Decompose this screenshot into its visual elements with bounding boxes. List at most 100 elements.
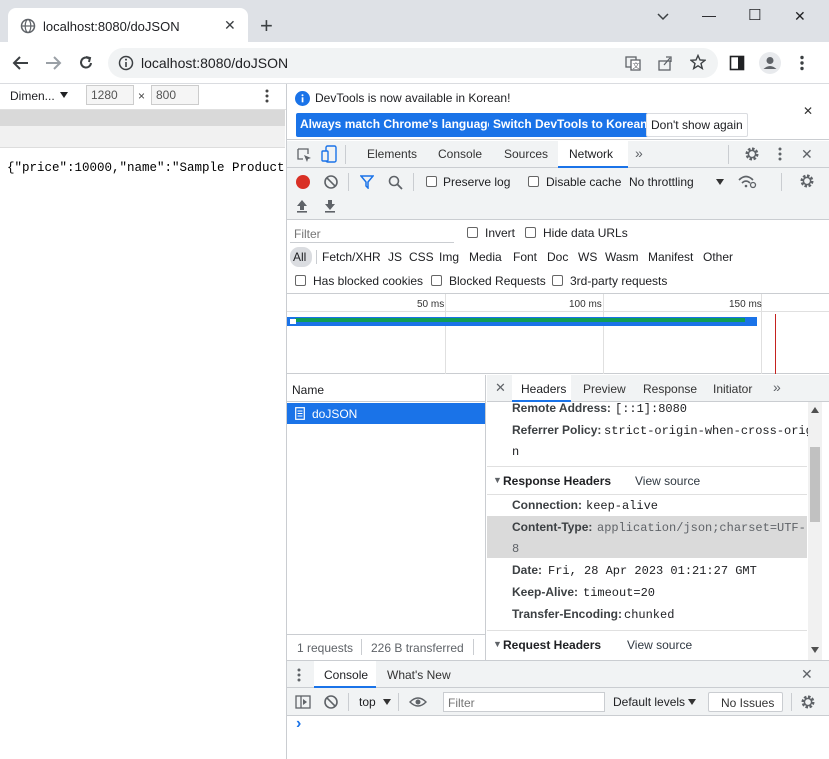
tab-elements[interactable]: Elements	[367, 141, 417, 168]
issues-button[interactable]: No Issues	[708, 692, 783, 712]
forward-arrow-icon[interactable]	[44, 55, 62, 71]
browser-tab[interactable]: localhost:8080/doJSON ✕	[8, 8, 248, 42]
inspect-element-icon[interactable]	[296, 147, 312, 163]
filter-input[interactable]: Filter	[290, 223, 454, 243]
console-prompt[interactable]: ›	[296, 715, 301, 733]
tab-sources[interactable]: Sources	[504, 141, 548, 168]
filter-type-wasm[interactable]: Wasm	[605, 250, 639, 264]
filter-type-img[interactable]: Img	[439, 250, 459, 264]
import-har-icon[interactable]	[296, 199, 308, 213]
devtools-close-icon[interactable]: ✕	[801, 146, 813, 163]
filter-type-manifest[interactable]: Manifest	[648, 250, 693, 264]
search-icon[interactable]	[388, 175, 403, 190]
network-settings-icon[interactable]	[799, 173, 815, 189]
blocked-requests-checkbox[interactable]	[431, 275, 442, 286]
filter-type-other[interactable]: Other	[703, 250, 733, 264]
info-icon[interactable]	[118, 55, 134, 71]
log-levels-select[interactable]: Default levels	[613, 695, 685, 709]
console-filter-input[interactable]: Filter	[443, 692, 605, 712]
invert-checkbox[interactable]	[467, 227, 478, 238]
dont-show-again-button[interactable]: Don't show again	[646, 113, 748, 137]
tab-close-icon[interactable]: ✕	[224, 17, 236, 34]
tab-network[interactable]: Network	[558, 141, 628, 168]
height-input[interactable]: 800	[151, 85, 199, 105]
view-source-link-2[interactable]: View source	[627, 638, 692, 652]
filter-type-css[interactable]: CSS	[409, 250, 434, 264]
omnibox[interactable]: localhost:8080/doJSON 文	[108, 48, 718, 78]
tab-headers[interactable]: Headers	[512, 375, 571, 402]
infobar-close-icon[interactable]: ✕	[803, 104, 813, 118]
drawer-tab-whats-new[interactable]: What's New	[387, 668, 451, 682]
filter-type-media[interactable]: Media	[469, 250, 502, 264]
window-close-button[interactable]: ✕	[794, 8, 806, 25]
maximize-button[interactable]: ☐	[748, 6, 761, 24]
has-blocked-cookies-checkbox[interactable]	[295, 275, 306, 286]
minimize-button[interactable]: —	[702, 7, 716, 23]
scroll-up-icon[interactable]	[811, 407, 819, 413]
device-more-icon[interactable]	[265, 89, 269, 103]
request-list-header[interactable]: Name	[287, 375, 485, 402]
hide-data-urls-checkbox[interactable]	[525, 227, 536, 238]
kebab-menu-icon[interactable]	[800, 55, 804, 71]
filter-type-all[interactable]: All	[293, 250, 306, 264]
more-detail-tabs-icon[interactable]: »	[773, 379, 781, 395]
device-toggle-icon[interactable]	[321, 145, 337, 163]
live-expression-eye-icon[interactable]	[409, 696, 427, 708]
filter-type-doc[interactable]: Doc	[547, 250, 568, 264]
request-headers-section[interactable]: ▼ Request Headers View source	[487, 631, 807, 659]
dropdown-arrow-icon[interactable]	[60, 92, 68, 98]
third-party-checkbox[interactable]	[552, 275, 563, 286]
console-settings-icon[interactable]	[800, 694, 816, 710]
drawer-close-icon[interactable]: ✕	[801, 666, 813, 683]
bookmark-star-icon[interactable]	[690, 54, 706, 70]
devtools-menu-icon[interactable]	[778, 147, 782, 161]
throttling-dropdown-icon[interactable]	[716, 179, 724, 185]
response-headers-section[interactable]: ▼ Response Headers View source	[487, 467, 807, 495]
always-match-language-button[interactable]: Always match Chrome's language	[296, 113, 499, 137]
tab-preview[interactable]: Preview	[583, 382, 626, 396]
preserve-log-checkbox[interactable]	[426, 176, 437, 187]
scroll-down-icon[interactable]	[811, 647, 819, 653]
translate-icon[interactable]: 文	[625, 55, 641, 71]
filter-type-font[interactable]: Font	[513, 250, 537, 264]
network-conditions-icon[interactable]	[737, 173, 757, 189]
view-source-link[interactable]: View source	[635, 474, 700, 488]
profile-avatar-icon[interactable]	[758, 51, 782, 75]
disable-cache-checkbox[interactable]	[528, 176, 539, 187]
details-close-icon[interactable]: ✕	[495, 380, 506, 396]
record-icon[interactable]	[295, 174, 311, 190]
filter-type-js[interactable]: JS	[388, 250, 402, 264]
tab-response[interactable]: Response	[643, 382, 697, 396]
reload-icon[interactable]	[77, 54, 95, 72]
console-clear-icon[interactable]	[323, 694, 339, 710]
settings-gear-icon[interactable]	[744, 146, 760, 162]
dimensions-select[interactable]: Dimen...	[10, 89, 55, 103]
context-select[interactable]: top	[359, 695, 376, 709]
back-arrow-icon[interactable]	[12, 55, 30, 71]
switch-to-korean-button[interactable]: Switch DevTools to Korean	[489, 113, 652, 137]
export-har-icon[interactable]	[324, 199, 336, 213]
filter-type-fetch[interactable]: Fetch/XHR	[322, 250, 381, 264]
new-tab-button[interactable]: +	[260, 15, 273, 37]
tab-initiator[interactable]: Initiator	[713, 382, 752, 396]
drawer-menu-icon[interactable]	[297, 668, 301, 682]
filter-funnel-icon[interactable]	[360, 175, 374, 189]
name-column-header: Name	[292, 383, 325, 397]
drawer-tab-console[interactable]: Console	[314, 661, 376, 688]
throttling-select[interactable]: No throttling	[629, 175, 694, 189]
share-icon[interactable]	[657, 55, 673, 71]
filter-type-ws[interactable]: WS	[578, 250, 597, 264]
scrollbar-thumb[interactable]	[810, 447, 820, 522]
context-dropdown-icon[interactable]	[383, 699, 391, 705]
network-overview[interactable]: 50 ms 100 ms 150 ms	[287, 294, 829, 374]
width-input[interactable]: 1280	[86, 85, 134, 105]
request-row[interactable]: doJSON	[287, 403, 485, 424]
chevron-down-icon[interactable]	[656, 10, 670, 24]
levels-dropdown-icon[interactable]	[688, 699, 696, 705]
details-scrollbar[interactable]	[808, 402, 822, 660]
more-tabs-icon[interactable]: »	[635, 145, 643, 161]
clear-icon[interactable]	[323, 174, 339, 190]
tab-console[interactable]: Console	[438, 141, 482, 168]
console-sidebar-icon[interactable]	[295, 695, 311, 709]
side-panel-icon[interactable]	[729, 55, 745, 71]
